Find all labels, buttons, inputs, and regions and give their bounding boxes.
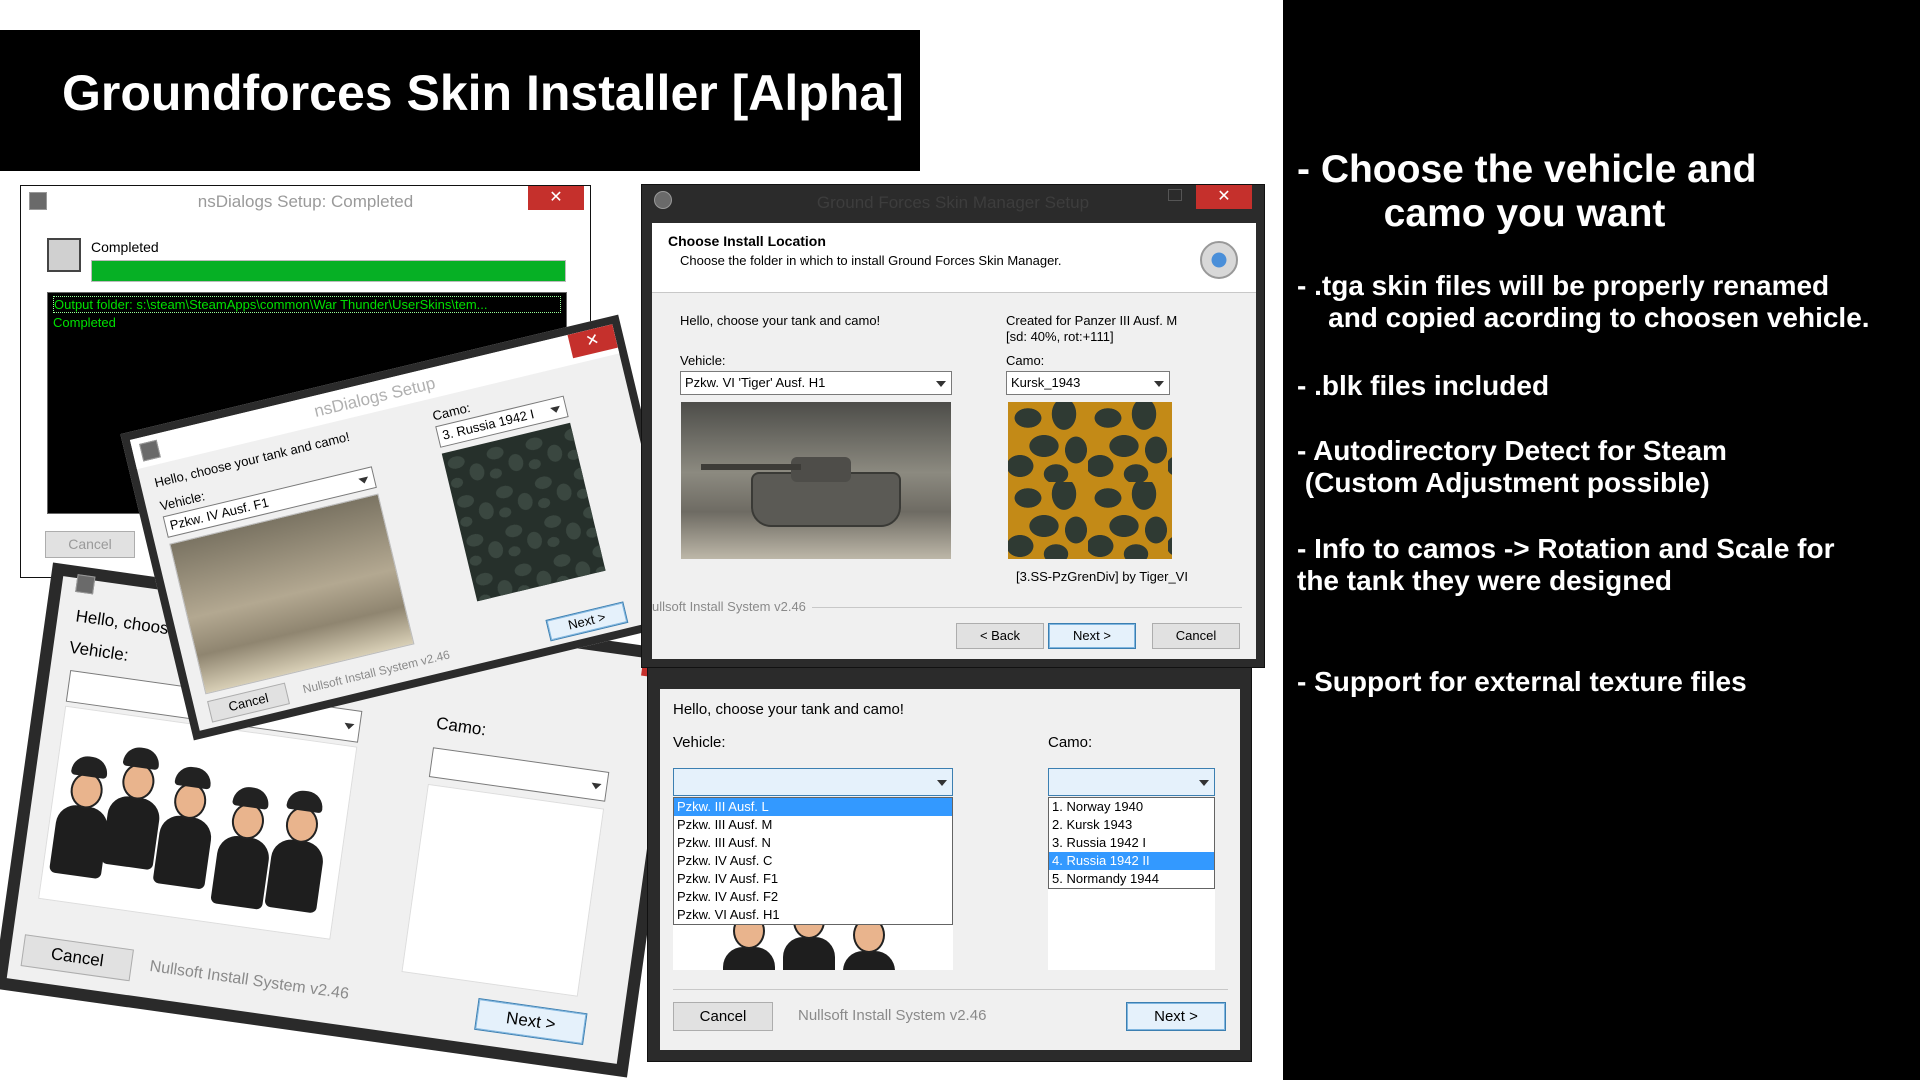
next-button[interactable]: Next > bbox=[1126, 1002, 1226, 1031]
status-label: Completed bbox=[91, 239, 159, 255]
chevron-down-icon bbox=[343, 722, 355, 731]
vehicle-dropdown-list[interactable]: Pzkw. III Ausf. L Pzkw. III Ausf. M Pzkw… bbox=[673, 797, 953, 925]
feature-item: - Support for external texture files bbox=[1297, 666, 1747, 697]
camo-option[interactable]: 3. Russia 1942 I bbox=[1049, 834, 1214, 852]
vehicle-label: Vehicle: bbox=[680, 353, 726, 368]
feature-item: - Autodirectory Detect for Steam (Custom… bbox=[1297, 435, 1727, 498]
chevron-down-icon bbox=[1199, 780, 1209, 786]
camo-label: Camo: bbox=[435, 713, 488, 740]
camo-option[interactable]: 5. Normandy 1944 bbox=[1049, 870, 1214, 888]
installer-box-icon bbox=[47, 238, 81, 272]
camo-dropdown[interactable] bbox=[1048, 768, 1215, 796]
next-button[interactable]: Next > bbox=[474, 998, 588, 1046]
nsis-version-label: Nullsoft Install System v2.46 bbox=[798, 1007, 987, 1024]
close-button[interactable]: ✕ bbox=[567, 324, 618, 359]
next-button[interactable]: Next > bbox=[1048, 623, 1136, 649]
camo-preview-image bbox=[1008, 402, 1172, 559]
created-for-label: Created for Panzer III Ausf. M bbox=[1006, 313, 1178, 328]
log-line: Completed bbox=[53, 315, 116, 330]
footer-separator bbox=[673, 989, 1228, 990]
vehicle-preview-image bbox=[681, 402, 951, 559]
dropdown-window: Hello, choose your tank and camo! Vehicl… bbox=[647, 660, 1252, 1062]
page-heading: Choose Install Location bbox=[668, 233, 826, 249]
prompt-label: Hello, choose your tank and camo! bbox=[680, 313, 881, 328]
camo-option[interactable]: 4. Russia 1942 II bbox=[1049, 852, 1214, 870]
chevron-down-icon bbox=[358, 476, 370, 485]
page-subheading: Choose the folder in which to install Gr… bbox=[680, 253, 1062, 268]
vehicle-dropdown[interactable] bbox=[673, 768, 953, 796]
main-setup-window: Ground Forces Skin Manager Setup ✕ Choos… bbox=[641, 184, 1265, 668]
camo-label: Camo: bbox=[1048, 734, 1093, 751]
chevron-down-icon bbox=[550, 405, 562, 414]
vehicle-label: Vehicle: bbox=[68, 637, 130, 665]
page-title: Groundforces Skin Installer [Alpha] bbox=[62, 65, 904, 121]
vehicle-dropdown-value: Pzkw. VI 'Tiger' Ausf. H1 bbox=[685, 375, 826, 390]
cancel-button[interactable]: Cancel bbox=[673, 1002, 773, 1031]
vehicle-option[interactable]: Pzkw. IV Ausf. F1 bbox=[674, 870, 952, 888]
cancel-button[interactable]: Cancel bbox=[20, 934, 134, 982]
footer-separator bbox=[812, 607, 1242, 608]
close-button[interactable]: ✕ bbox=[528, 186, 584, 210]
camo-preview-image bbox=[401, 783, 605, 997]
camo-dropdown-value: Kursk_1943 bbox=[1011, 375, 1081, 390]
cartoon-soldiers-image bbox=[40, 727, 356, 936]
chevron-down-icon bbox=[590, 782, 602, 790]
prompt-label: Hello, choose your tank and camo! bbox=[673, 701, 904, 718]
vehicle-option[interactable]: Pzkw. IV Ausf. C bbox=[674, 852, 952, 870]
vehicle-option[interactable]: Pzkw. VI Ausf. H1 bbox=[674, 906, 952, 924]
window-title: nsDialogs Setup: Completed bbox=[197, 192, 414, 211]
camo-label: Camo: bbox=[1006, 353, 1045, 368]
title-bar[interactable]: nsDialogs Setup: Completed ✕ bbox=[21, 186, 590, 216]
dialog-body: Hello, choose your tank and camo! Vehicl… bbox=[660, 689, 1240, 1050]
vehicle-preview-image bbox=[38, 705, 358, 940]
setup-disc-icon bbox=[1200, 241, 1238, 279]
progress-fill bbox=[92, 261, 565, 281]
vehicle-dropdown[interactable]: Pzkw. VI 'Tiger' Ausf. H1 bbox=[680, 371, 952, 395]
chevron-down-icon bbox=[936, 381, 946, 387]
vehicle-option[interactable]: Pzkw. III Ausf. M bbox=[674, 816, 952, 834]
camo-info-label: [sd: 40%, rot:+111] bbox=[1006, 329, 1114, 344]
feature-item: - Choose the vehicle and camo you want bbox=[1297, 148, 1757, 236]
camo-preview-image bbox=[441, 422, 606, 602]
vehicle-option[interactable]: Pzkw. IV Ausf. F2 bbox=[674, 888, 952, 906]
vehicle-option[interactable]: Pzkw. III Ausf. L bbox=[674, 798, 952, 816]
camo-dropdown[interactable]: Kursk_1943 bbox=[1006, 371, 1170, 395]
nsis-version-label: ullsoft Install System v2.46 bbox=[652, 599, 806, 614]
feature-item: - Info to camos -> Rotation and Scale fo… bbox=[1297, 533, 1835, 596]
camo-option[interactable]: 2. Kursk 1943 bbox=[1049, 816, 1214, 834]
log-line: Output folder: s:\steam\SteamApps\common… bbox=[53, 296, 561, 313]
title-banner: Groundforces Skin Installer [Alpha] bbox=[0, 30, 920, 171]
cancel-button[interactable]: Cancel bbox=[1152, 623, 1240, 649]
vehicle-option[interactable]: Pzkw. III Ausf. N bbox=[674, 834, 952, 852]
back-button[interactable]: < Back bbox=[956, 623, 1044, 649]
cancel-button[interactable]: Cancel bbox=[45, 531, 135, 558]
dialog-body: Choose Install Location Choose the folde… bbox=[652, 223, 1256, 659]
feature-panel: - Choose the vehicle and camo you want -… bbox=[1283, 0, 1920, 1080]
header-area: Choose Install Location Choose the folde… bbox=[652, 223, 1256, 293]
progress-bar bbox=[91, 260, 566, 282]
installer-app-icon bbox=[75, 574, 96, 595]
camo-option[interactable]: 1. Norway 1940 bbox=[1049, 798, 1214, 816]
nsis-version-label: Nullsoft Install System v2.46 bbox=[148, 958, 350, 1003]
feature-item: - .blk files included bbox=[1297, 370, 1550, 401]
close-button[interactable]: ✕ bbox=[1196, 185, 1252, 209]
next-button[interactable]: Next > bbox=[545, 601, 629, 642]
title-bar[interactable]: Ground Forces Skin Manager Setup ✕ bbox=[642, 185, 1264, 217]
camo-dropdown-list[interactable]: 1. Norway 1940 2. Kursk 1943 3. Russia 1… bbox=[1048, 797, 1215, 889]
chevron-down-icon bbox=[1154, 381, 1164, 387]
minimize-icon[interactable] bbox=[1168, 189, 1182, 201]
feature-item: - .tga skin files will be properly renam… bbox=[1297, 270, 1870, 333]
vehicle-label: Vehicle: bbox=[673, 734, 726, 751]
chevron-down-icon bbox=[937, 780, 947, 786]
camo-author-label: [3.SS-PzGrenDiv] by Tiger_VI bbox=[1016, 569, 1188, 584]
